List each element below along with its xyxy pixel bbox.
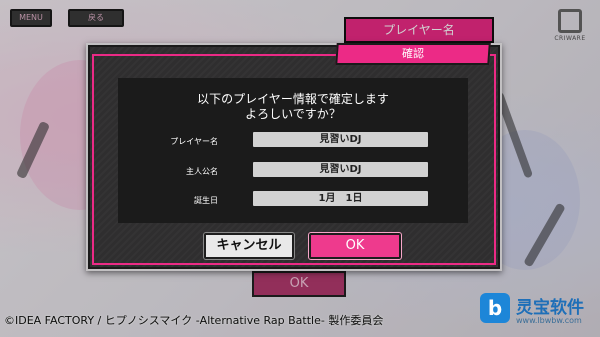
birthday-value: 1月 1日: [253, 191, 428, 206]
protagonist-name-label: 主人公名: [186, 167, 218, 176]
watermark-name: 灵宝软件: [516, 298, 584, 318]
ok-button[interactable]: OK: [309, 233, 401, 259]
watermark-url: www.lbwbw.com: [516, 316, 582, 325]
site-watermark: b 灵宝软件 www.lbwbw.com: [474, 289, 600, 337]
dialog-title-tab: 確認: [335, 43, 491, 65]
protagonist-name-value: 見習いDJ: [253, 162, 428, 177]
player-name-value-text: 見習いDJ: [319, 134, 362, 145]
confirm-message-line2: よろしいですか？: [245, 107, 341, 121]
watermark-logo-icon: b: [480, 293, 510, 323]
confirm-message: 以下のプレイヤー情報で確定します よろしいですか？: [118, 92, 468, 122]
confirm-dialog: 確認 以下のプレイヤー情報で確定します よろしいですか？ プレイヤー名 見習いD…: [86, 43, 502, 271]
dialog-title: 確認: [402, 47, 424, 60]
player-name-label: プレイヤー名: [170, 137, 218, 146]
birthday-value-text: 1月 1日: [318, 193, 363, 204]
protagonist-name-value-text: 見習いDJ: [319, 164, 362, 175]
confirm-message-line1: 以下のプレイヤー情報で確定します: [197, 92, 389, 106]
info-panel: 以下のプレイヤー情報で確定します よろしいですか？ プレイヤー名 見習いDJ 主…: [118, 78, 468, 223]
birthday-label: 誕生日: [194, 196, 218, 205]
cancel-button[interactable]: キャンセル: [204, 233, 294, 259]
player-name-value: 見習いDJ: [253, 132, 428, 147]
